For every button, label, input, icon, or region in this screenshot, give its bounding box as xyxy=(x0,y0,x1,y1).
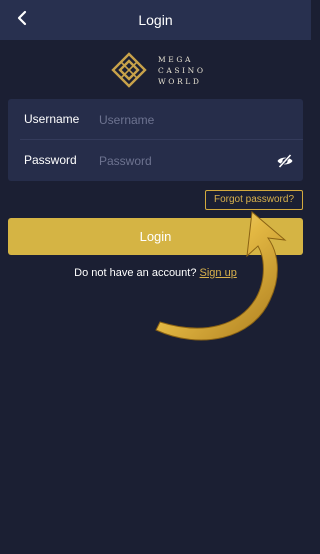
top-bar: Login xyxy=(0,0,311,40)
username-row: Username xyxy=(8,99,303,140)
username-input[interactable] xyxy=(99,107,269,132)
page-title: Login xyxy=(138,12,173,28)
chevron-left-icon xyxy=(15,10,29,31)
signup-prompt-text: Do not have an account? xyxy=(74,267,197,279)
sign-up-link[interactable]: Sign up xyxy=(200,267,237,279)
brand-name: MEGA CASINO WORLD xyxy=(158,54,206,87)
brand-line-2: CASINO xyxy=(158,66,206,75)
brand-line-1: MEGA xyxy=(158,55,193,64)
eye-off-icon[interactable] xyxy=(276,152,294,170)
back-button[interactable] xyxy=(10,8,34,32)
brand-header: MEGA CASINO WORLD xyxy=(0,48,311,92)
login-button[interactable]: Login xyxy=(8,218,303,255)
mega-casino-world-logo xyxy=(111,52,147,88)
login-screen: Login MEGA CASINO WORLD Username Passwor… xyxy=(0,0,311,554)
password-label: Password xyxy=(24,153,77,167)
password-input[interactable] xyxy=(99,148,269,173)
login-form: Username Password xyxy=(8,99,303,181)
password-row: Password xyxy=(8,140,303,181)
signup-prompt: Do not have an account? Sign up xyxy=(0,267,311,279)
username-label: Username xyxy=(24,112,80,126)
forgot-password-button[interactable]: Forgot password? xyxy=(205,190,303,210)
brand-line-3: WORLD xyxy=(158,77,202,86)
